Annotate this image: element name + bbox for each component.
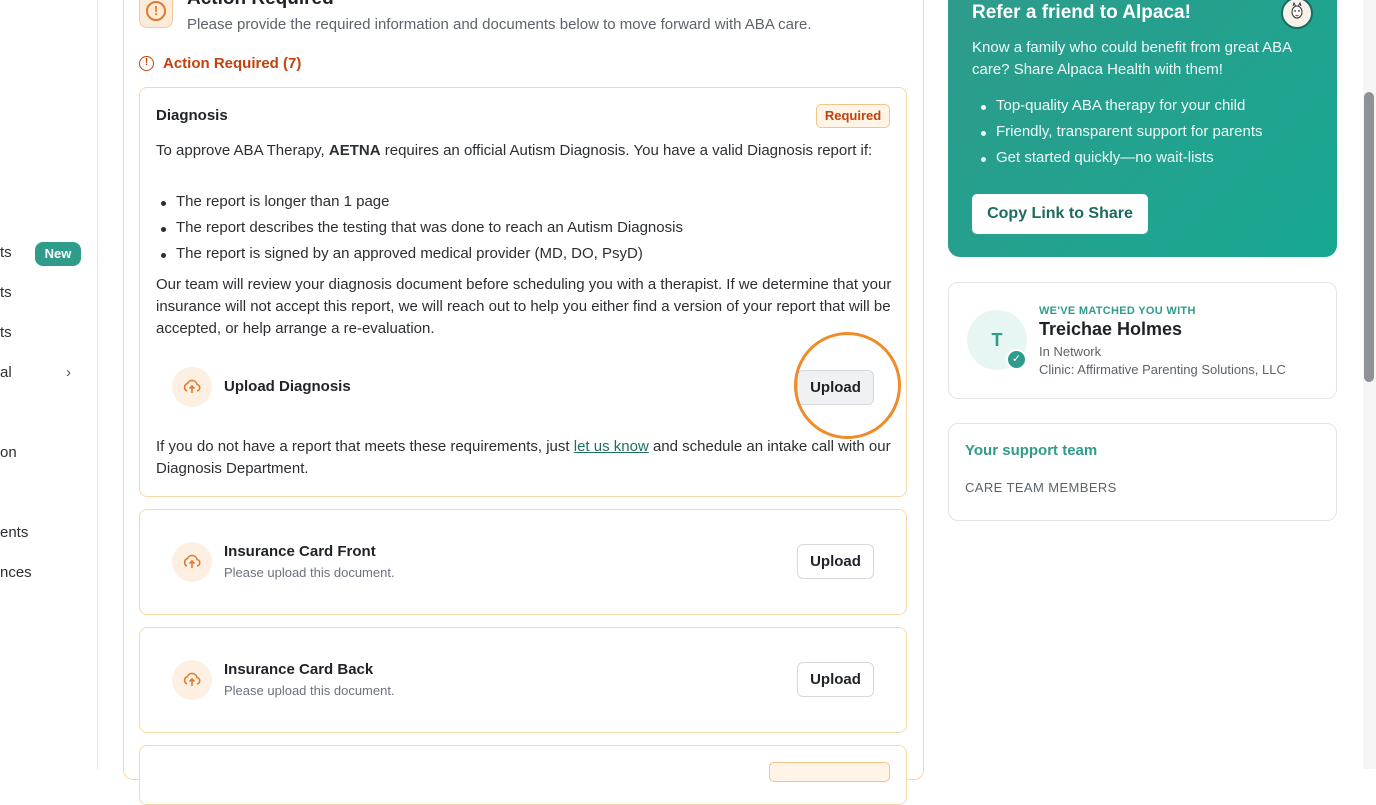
insurer-name: AETNA	[328, 142, 381, 159]
copy-link-button[interactable]: Copy Link to Share	[972, 194, 1148, 234]
page-subtitle: Please provide the required information …	[187, 16, 812, 33]
diagnosis-intro: To approve ABA Therapy, AETNA requires a…	[156, 142, 873, 159]
list-item: The report is longer than 1 page	[160, 193, 390, 210]
insurance-front-card	[139, 509, 907, 615]
diagnosis-title: Diagnosis	[156, 107, 228, 124]
insurance-front-subtitle: Please upload this document.	[224, 565, 395, 580]
list-item: The report is signed by an approved medi…	[161, 245, 643, 262]
sidebar-item-3[interactable]: ts	[0, 324, 12, 341]
sidebar: ts New ts ts al › on ents nces	[0, 0, 98, 769]
scrollbar-thumb[interactable]	[1364, 92, 1374, 382]
support-team-card	[948, 423, 1337, 521]
chevron-right-icon[interactable]: ›	[66, 364, 71, 381]
support-team-title: Your support team	[965, 442, 1098, 459]
page-title: Action Required	[187, 0, 334, 10]
list-item: Top-quality ABA therapy for your child	[980, 97, 1246, 114]
list-item: Get started quickly—no wait-lists	[981, 149, 1214, 166]
sidebar-item-4[interactable]: al	[0, 364, 12, 381]
new-badge: New	[35, 242, 81, 266]
status-badge	[769, 762, 890, 782]
check-icon: ✓	[1006, 349, 1027, 370]
match-kicker: WE'VE MATCHED YOU WITH	[1039, 305, 1196, 317]
sidebar-item-1[interactable]: ts	[0, 244, 12, 261]
clinic-name: Clinic: Affirmative Parenting Solutions,…	[1039, 362, 1286, 377]
insurance-back-subtitle: Please upload this document.	[224, 683, 395, 698]
referral-title: Refer a friend to Alpaca!	[972, 2, 1191, 23]
sidebar-item-2[interactable]: ts	[0, 284, 12, 301]
insurance-back-title: Insurance Card Back	[224, 661, 374, 678]
alert-icon: !	[139, 0, 173, 28]
upload-cloud-icon	[172, 367, 212, 407]
sidebar-item-7[interactable]: nces	[0, 564, 32, 581]
therapist-name: Treichae Holmes	[1039, 319, 1183, 339]
sidebar-item-6[interactable]: ents	[0, 524, 28, 541]
alert-circle-icon: !	[139, 56, 154, 71]
care-team-members-label: CARE TEAM MEMBERS	[965, 480, 1117, 495]
diagnosis-review-text: Our team will review your diagnosis docu…	[156, 276, 892, 337]
let-us-know-link[interactable]: let us know	[574, 438, 649, 455]
upload-diagnosis-button[interactable]: Upload	[797, 370, 874, 405]
upload-cloud-icon	[172, 660, 212, 700]
referral-text: Know a family who could benefit from gre…	[972, 39, 1292, 78]
action-required-count: Action Required (7)	[163, 55, 302, 72]
required-badge: Required	[816, 104, 890, 128]
upload-insurance-front-button[interactable]: Upload	[797, 544, 874, 579]
list-item: Friendly, transparent support for parent…	[981, 123, 1263, 140]
list-item: The report describes the testing that wa…	[161, 219, 683, 236]
upload-insurance-back-button[interactable]: Upload	[797, 662, 874, 697]
insurance-front-title: Insurance Card Front	[224, 543, 376, 560]
sidebar-item-5[interactable]: on	[0, 444, 17, 461]
insurance-back-card	[139, 627, 907, 733]
upload-diagnosis-label: Upload Diagnosis	[224, 378, 351, 395]
network-status: In Network	[1039, 344, 1102, 359]
upload-cloud-icon	[172, 542, 212, 582]
diagnosis-footer: If you do not have a report that meets t…	[156, 438, 891, 477]
